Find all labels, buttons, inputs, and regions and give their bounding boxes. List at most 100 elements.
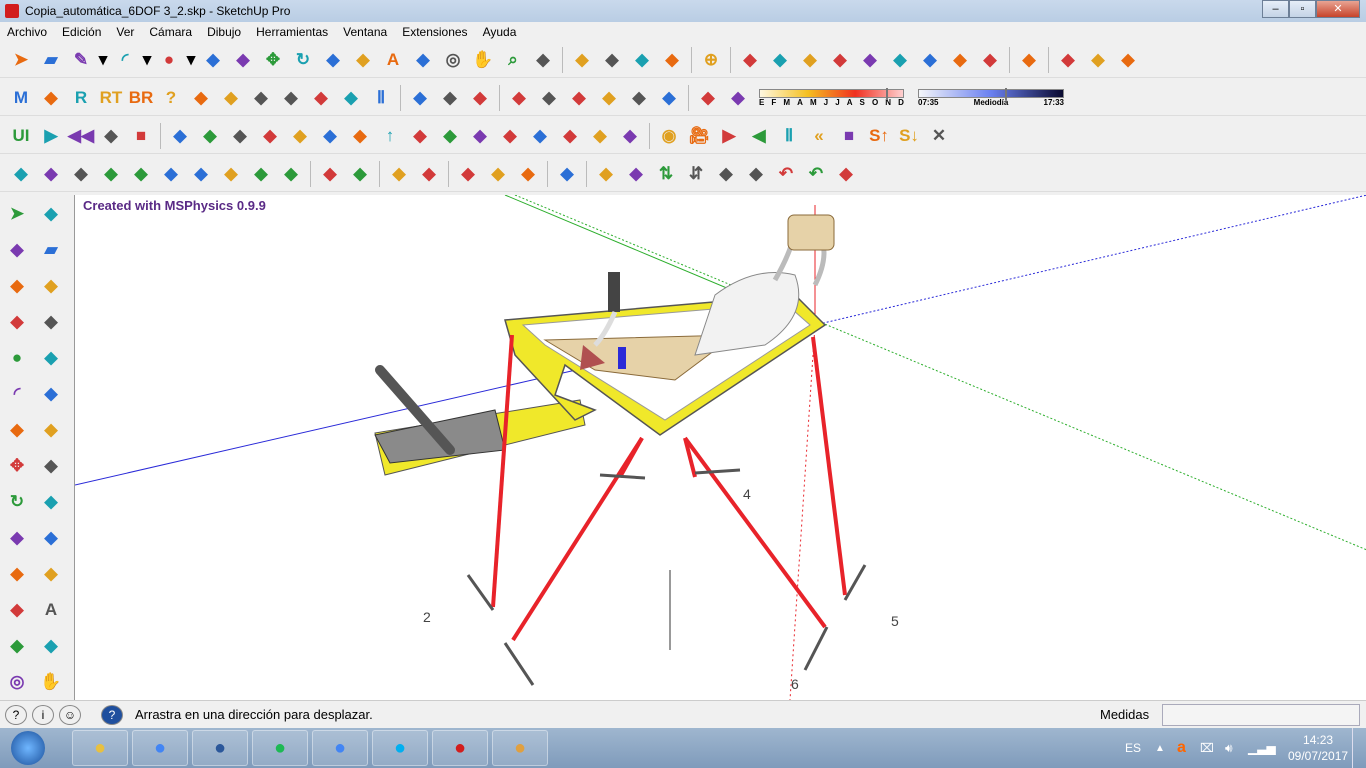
menu-cámara[interactable]: Cámara	[149, 25, 192, 39]
rectangle-tool-icon[interactable]: ◆	[2, 307, 32, 337]
follow-me-icon[interactable]: ◆	[228, 45, 258, 75]
para-sb-icon[interactable]: ◆	[186, 159, 216, 189]
m-icon[interactable]: M	[6, 83, 36, 113]
extension-warehouse-icon[interactable]: ◆	[597, 45, 627, 75]
scale-tool-icon[interactable]: ◆	[2, 523, 32, 553]
cone-sb-icon[interactable]: ◆	[276, 159, 306, 189]
menu-herramientas[interactable]: Herramientas	[256, 25, 328, 39]
refresh-icon[interactable]: ◆	[165, 121, 195, 151]
play2-icon[interactable]: ▶	[714, 121, 744, 151]
dropdown-icon[interactable]: ▾	[184, 45, 198, 75]
brown-square-icon[interactable]: ◆	[885, 45, 915, 75]
help-icon[interactable]: ?	[156, 83, 186, 113]
pause2-icon[interactable]: Ⅱ	[774, 121, 804, 151]
eraser-tool-icon[interactable]: ▰	[36, 235, 66, 265]
zoom-icon[interactable]: ⌕	[498, 45, 528, 75]
sun-sphere-icon[interactable]: ◆	[504, 83, 534, 113]
select-icon[interactable]: ➤	[6, 45, 36, 75]
cube3-icon[interactable]: ◆	[513, 159, 543, 189]
black-square-icon[interactable]: ◆	[975, 45, 1005, 75]
pie-tool-icon[interactable]: ◆	[2, 415, 32, 445]
menu-ayuda[interactable]: Ayuda	[483, 25, 517, 39]
step-icon[interactable]: ◆	[96, 121, 126, 151]
rotate-tool-icon[interactable]: ↻	[2, 487, 32, 517]
moon-icon[interactable]: ◆	[654, 83, 684, 113]
ui-icon[interactable]: UI	[6, 121, 36, 151]
shadow-display-icon[interactable]: ◆	[723, 83, 753, 113]
gear-icon[interactable]: ◆	[465, 121, 495, 151]
globe-icon[interactable]: ⊕	[696, 45, 726, 75]
yellow-line-icon[interactable]: ◆	[825, 45, 855, 75]
plane-joint-icon[interactable]: ◆	[525, 121, 555, 151]
help-icon[interactable]: ?	[101, 704, 123, 725]
r-icon[interactable]: R	[66, 83, 96, 113]
rect-sb-icon[interactable]: ◆	[66, 159, 96, 189]
play-icon[interactable]: ▶	[36, 121, 66, 151]
power-icon[interactable]: ⌧	[1200, 741, 1214, 755]
orange-square-icon[interactable]: ◆	[945, 45, 975, 75]
paint-tool-icon[interactable]: ◆	[2, 235, 32, 265]
offset-tool-icon[interactable]: ◆	[36, 523, 66, 553]
tape-tool-icon[interactable]: ◆	[2, 559, 32, 589]
landscape2-icon[interactable]: ◆	[306, 83, 336, 113]
clock[interactable]: 14:23 09/07/2017	[1288, 732, 1348, 764]
plane-icon[interactable]: ◆	[246, 83, 276, 113]
show-hidden-icons[interactable]: ▲	[1155, 743, 1165, 754]
half-sphere-icon[interactable]: ◆	[624, 83, 654, 113]
br-icon[interactable]: BR	[126, 83, 156, 113]
cone-icon[interactable]: ◆	[564, 83, 594, 113]
arc-icon[interactable]: ◜	[110, 45, 140, 75]
hex-sb-icon[interactable]: ◆	[126, 159, 156, 189]
measurements-input[interactable]	[1162, 704, 1360, 726]
taskbar-explorer-icon[interactable]: ●	[72, 730, 128, 766]
month-slider[interactable]: EFMAMJJASOND	[759, 87, 904, 107]
joint-icon[interactable]: ◆	[195, 121, 225, 151]
line-tool-icon[interactable]: ◆	[2, 271, 32, 301]
avast-icon[interactable]: a	[1177, 739, 1186, 757]
blue-line-icon[interactable]: ◆	[795, 45, 825, 75]
plugin-b-icon[interactable]: ◆	[1083, 45, 1113, 75]
tag2-icon[interactable]: ◆	[186, 83, 216, 113]
arrow-up-icon[interactable]: ↑	[375, 121, 405, 151]
show-desktop-button[interactable]	[1352, 728, 1366, 768]
protractor-tool-icon[interactable]: ◆	[2, 595, 32, 625]
cube2-icon[interactable]: ◆	[483, 159, 513, 189]
xray-icon[interactable]: ◆	[1014, 45, 1044, 75]
menu-extensiones[interactable]: Extensiones	[402, 25, 467, 39]
select-tool-icon[interactable]: ➤	[2, 199, 32, 229]
axis-red-icon[interactable]: ◆	[315, 121, 345, 151]
taskbar-paint-icon[interactable]: ●	[492, 730, 548, 766]
record-icon[interactable]: ◉	[654, 121, 684, 151]
landscape1-icon[interactable]: ◆	[276, 83, 306, 113]
move-icon[interactable]: ✥	[258, 45, 288, 75]
user-icon[interactable]: ☺	[59, 704, 81, 725]
dimension-tool-icon[interactable]: ◆	[36, 559, 66, 589]
slider2-icon[interactable]: ◆	[585, 121, 615, 151]
camera-icon[interactable]: 🎥︎	[684, 121, 714, 151]
blue-box-icon[interactable]: ◆	[435, 83, 465, 113]
menu-ver[interactable]: Ver	[116, 25, 134, 39]
language-indicator[interactable]: ES	[1125, 741, 1141, 755]
pan-icon[interactable]: ✋	[468, 45, 498, 75]
arc-tool-icon[interactable]: ◜	[2, 379, 32, 409]
link3-icon[interactable]: ◆	[285, 121, 315, 151]
stop-icon[interactable]: ■	[126, 121, 156, 151]
pdf-icon[interactable]: ◆	[831, 159, 861, 189]
polygon-icon[interactable]: ◆	[315, 159, 345, 189]
plate-icon[interactable]: ◆	[615, 121, 645, 151]
taskbar-spotify-icon[interactable]: ●	[252, 730, 308, 766]
plugin-c-icon[interactable]: ◆	[1113, 45, 1143, 75]
scale-icon[interactable]: ◆	[318, 45, 348, 75]
3pt-arc-tool-icon[interactable]: ◆	[36, 415, 66, 445]
tape-measure-icon[interactable]: ◆	[348, 45, 378, 75]
pencil-icon[interactable]: ✎	[66, 45, 96, 75]
push-pull-tool-icon[interactable]: ◆	[36, 451, 66, 481]
3d-text-tool-icon[interactable]: ◆	[36, 631, 66, 661]
arrow-red-icon[interactable]: ◆	[384, 159, 414, 189]
drawing-viewport[interactable]: 2 4 5 6 Created with MSPhysics 0.9.9	[74, 195, 1366, 700]
flip-icon[interactable]: ◆	[621, 159, 651, 189]
menu-dibujo[interactable]: Dibujo	[207, 25, 241, 39]
follow-me-tool-icon[interactable]: ◆	[36, 487, 66, 517]
dropdown-icon[interactable]: ▾	[96, 45, 110, 75]
text-icon[interactable]: A	[378, 45, 408, 75]
